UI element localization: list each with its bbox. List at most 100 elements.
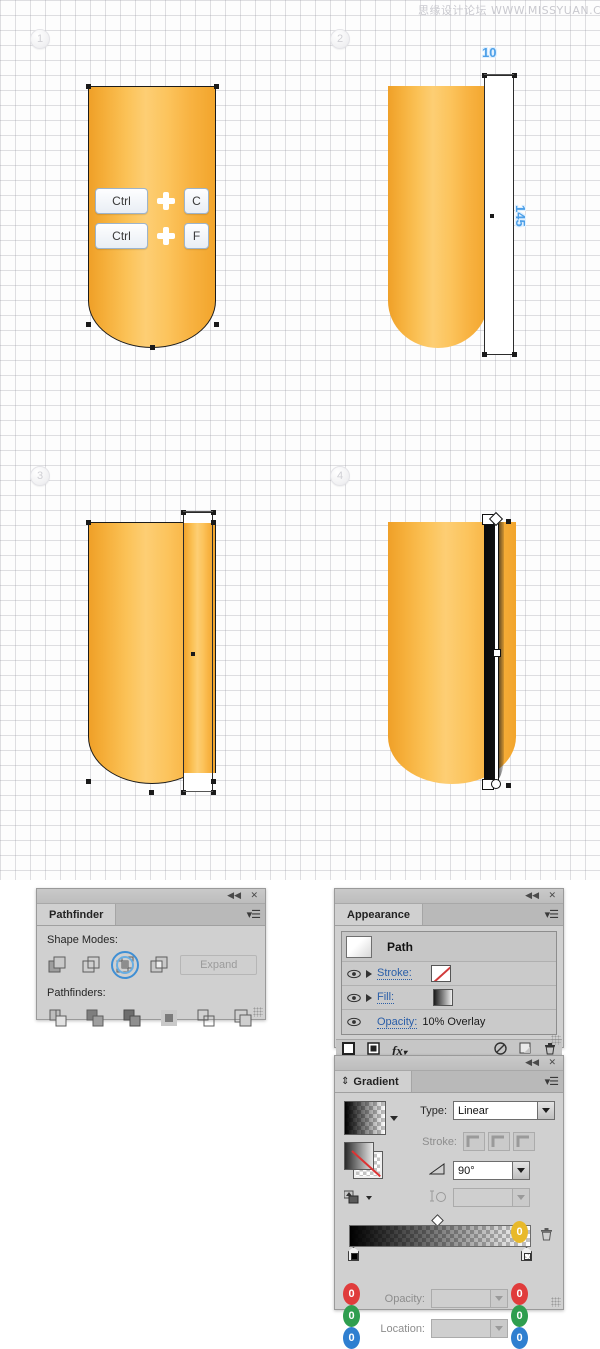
gradient-location-caret-icon[interactable] [491,1319,508,1338]
shape-mode-exclude-button[interactable] [147,952,172,978]
visibility-eye-icon[interactable] [346,1017,361,1027]
pathfinder-merge-button[interactable] [119,1005,145,1031]
panel-title-bar: ◀◀ ✕ [335,1056,563,1071]
stroke-label[interactable]: Stroke: [377,967,412,980]
stroke-swatch-none[interactable] [430,965,451,982]
gradient-location-input[interactable] [431,1319,491,1338]
close-icon[interactable]: ✕ [250,891,258,901]
visibility-eye-icon[interactable] [346,969,361,979]
gradient-aspect-row [415,1188,555,1207]
stroke-type-across-button[interactable] [513,1132,535,1151]
pathfinder-divide-button[interactable] [45,1005,71,1031]
gradient-preview-swatch[interactable] [344,1101,386,1135]
angle-icon [415,1162,447,1179]
panel-toggle-icon[interactable]: ⇕ [341,1076,349,1087]
selection-edge [484,74,514,75]
collapse-icon[interactable]: ◀◀ [525,1058,539,1068]
appearance-row-stroke[interactable]: Stroke: [342,962,556,986]
reverse-gradient-button[interactable] [344,1190,404,1205]
anchor-point [86,84,91,89]
disclosure-triangle-icon[interactable] [366,993,372,1002]
gradient-midpoint-handle[interactable] [493,649,501,657]
pathfinder-crop-button[interactable] [156,1005,182,1031]
close-icon[interactable]: ✕ [548,891,556,901]
panel-menu-icon[interactable]: ▾☰ [545,1075,559,1088]
shortcut-paste-in-front: Ctrl F [95,223,209,249]
anchor-point [214,84,219,89]
anchor-point [149,790,154,795]
gradient-location-label: Location: [380,1322,425,1335]
disclosure-triangle-icon[interactable] [366,969,372,978]
cylinder-shape-1 [88,86,216,348]
resize-grip[interactable] [551,1297,561,1307]
delete-stop-icon[interactable] [540,1227,553,1244]
close-icon[interactable]: ✕ [548,1058,556,1068]
gradient-opacity-label: Opacity: [384,1292,425,1305]
step-badge-3: 3 [30,466,50,486]
tab-pathfinder[interactable]: Pathfinder [37,904,117,925]
type-select-value[interactable]: Linear [453,1101,538,1120]
panel-menu-icon[interactable]: ▾☰ [247,908,261,921]
gradient-presets-caret-icon[interactable] [390,1115,398,1121]
plus-icon [157,192,175,210]
watermark: 思缘设计论坛 WWW.MISSYUAN.COM [418,4,600,17]
collapse-icon[interactable]: ◀◀ [227,891,241,901]
opacity-label[interactable]: Opacity: [377,1016,418,1029]
aspect-caret-icon[interactable] [513,1188,530,1207]
stroke-type-along-button[interactable] [488,1132,510,1151]
gradient-stop-end[interactable] [521,1247,532,1261]
angle-caret-icon[interactable] [513,1161,530,1180]
step-badge-1: 1 [30,29,50,49]
aspect-ratio-icon [415,1189,447,1206]
gradient-opacity-input[interactable] [431,1289,491,1308]
appearance-row-opacity[interactable]: Opacity: 10% Overlay [342,1010,556,1034]
resize-grip[interactable] [253,1007,263,1017]
resize-grip[interactable] [551,1035,561,1045]
panel-title-bar: ◀◀ ✕ [335,889,563,904]
panel-tab-strip: Appearance ▾☰ [335,904,563,926]
angle-input[interactable]: 90° [453,1161,513,1180]
fill-label[interactable]: Fill: [377,991,395,1004]
tab-empty-space [411,1071,563,1092]
panel-menu-icon[interactable]: ▾☰ [545,908,559,921]
pathfinder-trim-button[interactable] [82,1005,108,1031]
type-label: Type: [420,1104,447,1117]
shape-mode-unite-button[interactable] [45,952,70,978]
type-select-caret-icon[interactable] [538,1101,555,1120]
pathfinders-label: Pathfinders: [47,987,106,999]
pathfinders-row [45,1005,257,1031]
tab-gradient[interactable]: ⇕ Gradient [335,1071,412,1092]
gradient-slider[interactable] [349,1225,531,1247]
anchor-point [512,352,517,357]
gradient-stop-start[interactable] [348,1247,359,1261]
collapse-icon[interactable]: ◀◀ [525,891,539,901]
gradient-opacity-caret-icon[interactable] [491,1289,508,1308]
key-c: C [184,188,209,214]
shape-mode-minus-front-button[interactable] [79,952,104,978]
tab-empty-space [422,904,563,925]
step-badge-2: 2 [330,29,350,49]
anchor-point [482,352,487,357]
pathfinder-outline-button[interactable] [193,1005,219,1031]
aspect-input[interactable] [453,1188,513,1207]
selection-edge [183,791,213,792]
stroke-type-within-button[interactable] [463,1132,485,1151]
visibility-eye-icon[interactable] [346,993,361,1003]
appearance-row-fill[interactable]: Fill: [342,986,556,1010]
new-rectangle-shape [484,75,514,355]
gradient-opacity-row: Opacity: [373,1289,508,1308]
anchor-point [150,345,155,350]
gradient-end-circle[interactable] [491,779,501,789]
expand-button[interactable]: Expand [180,955,258,975]
center-point [490,214,494,218]
shape-mode-intersect-button[interactable] [111,951,140,979]
selected-indicator [111,951,140,979]
key-f: F [184,223,209,249]
center-point [191,652,195,656]
tab-appearance[interactable]: Appearance [335,904,423,925]
reverse-caret-icon[interactable] [366,1195,372,1200]
fill-swatch-gradient[interactable] [433,989,454,1006]
measurement-height: 145 [513,205,528,227]
appearance-object-row[interactable]: Path [342,932,556,962]
panel-tab-strip: ⇕ Gradient ▾☰ [335,1071,563,1093]
